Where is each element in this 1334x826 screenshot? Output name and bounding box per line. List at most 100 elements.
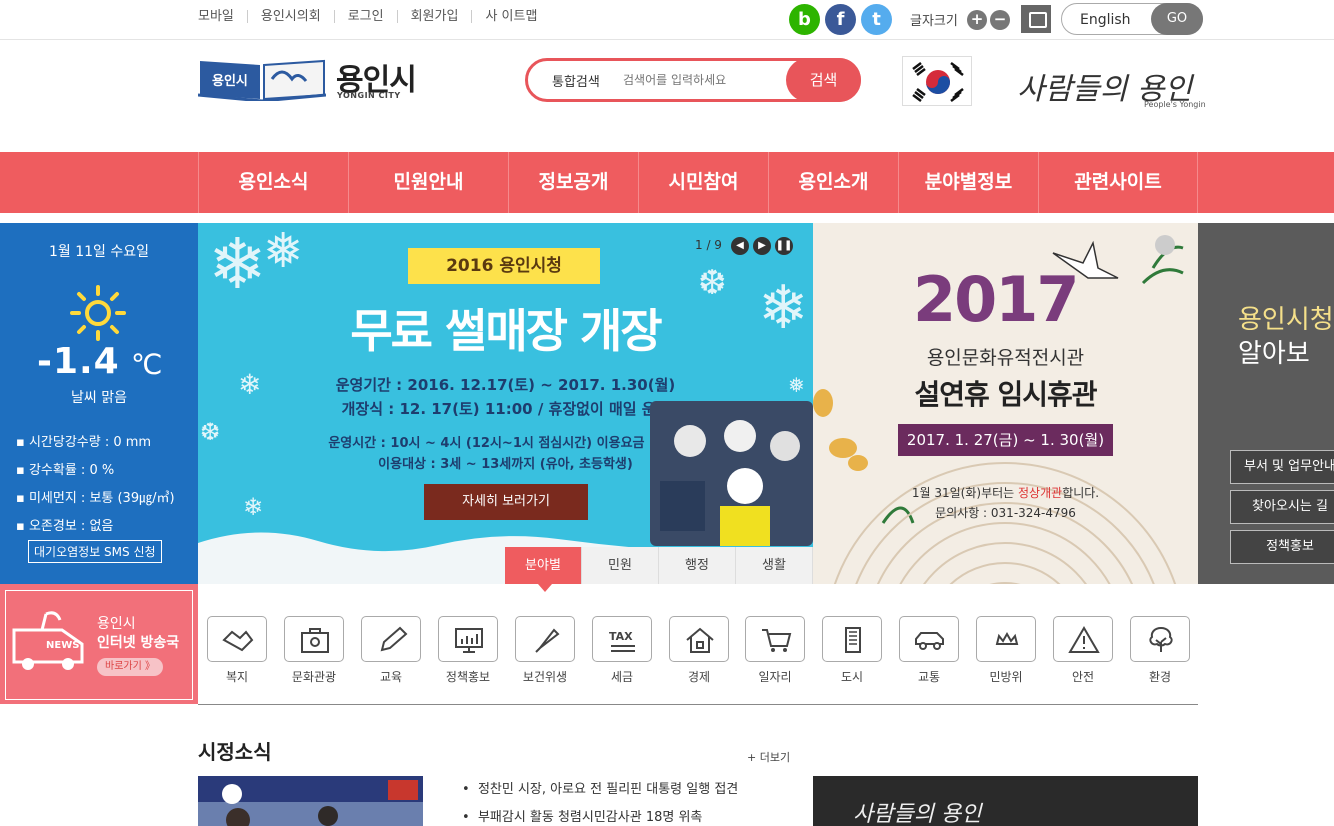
banner-ribbon: 2016 용인시청 xyxy=(408,248,600,284)
top-link-council[interactable]: 용인시의회 xyxy=(246,10,334,23)
banner-line1: 운영기간 : 2016. 12.17(토) ~ 2017. 1.30(월) xyxy=(335,376,676,394)
banner-page: 1 / 9 xyxy=(695,238,722,252)
top-link-login[interactable]: 로그인 xyxy=(333,10,397,23)
tab-life[interactable]: 생활 xyxy=(736,547,813,584)
news-item[interactable]: • 정찬민 시장, 아로요 전 필리핀 대통령 일행 접견 xyxy=(462,778,738,797)
blog-icon[interactable]: b xyxy=(789,4,820,35)
news-item-text[interactable]: 정찬민 시장, 아로요 전 필리핀 대통령 일행 접견 xyxy=(478,782,738,797)
weather-temp: -1.4 xyxy=(37,341,120,382)
tab-civil[interactable]: 민원 xyxy=(582,547,659,584)
category-label: 환경 xyxy=(1148,670,1172,684)
category-welfare[interactable]: 복지 xyxy=(207,616,267,685)
news-item[interactable]: • 부패감시 활동 청렴시민감사관 18명 위촉 xyxy=(462,806,702,825)
section-divider xyxy=(198,704,1198,705)
handshake-icon[interactable] xyxy=(207,616,267,662)
building-icon[interactable] xyxy=(822,616,882,662)
pencil-icon[interactable] xyxy=(361,616,421,662)
board-icon[interactable] xyxy=(438,616,498,662)
tab-admin[interactable]: 행정 xyxy=(659,547,736,584)
directions-button[interactable]: 찾아오시는 길 xyxy=(1230,490,1334,524)
pause-icon[interactable] xyxy=(1155,235,1175,255)
nav-item-related[interactable]: 관련사이트 xyxy=(1038,152,1198,213)
search-input[interactable] xyxy=(623,73,783,87)
logo-sub: YONGIN CITY xyxy=(337,91,401,100)
banner2-year: 2017 xyxy=(913,263,1080,336)
category-jobs[interactable]: 일자리 xyxy=(745,616,805,685)
crown-icon[interactable] xyxy=(976,616,1036,662)
tab-indicator xyxy=(538,584,552,592)
category-policy[interactable]: 정책홍보 xyxy=(438,616,498,685)
top-link-sitemap[interactable]: 사 이트맵 xyxy=(471,10,550,23)
news-item-text[interactable]: 부패감시 활동 청렴시민감사관 18명 위촉 xyxy=(478,810,702,825)
tree-icon[interactable] xyxy=(1130,616,1190,662)
font-decrease-icon[interactable]: − xyxy=(990,10,1010,30)
language-select[interactable]: English GO xyxy=(1061,3,1203,35)
category-environment[interactable]: 환경 xyxy=(1130,616,1190,685)
category-economy[interactable]: 경제 xyxy=(669,616,729,685)
nav-item-intro[interactable]: 용인소개 xyxy=(768,152,898,213)
policy-button[interactable]: 정책홍보 xyxy=(1230,530,1334,564)
category-safety[interactable]: 안전 xyxy=(1053,616,1113,685)
syringe-icon[interactable] xyxy=(515,616,575,662)
slogan-sub: People's Yongin xyxy=(1144,100,1206,109)
sun-icon xyxy=(70,285,126,341)
banner-more-button[interactable]: 자세히 보러가기 xyxy=(424,484,588,520)
category-label: 민방위 xyxy=(989,670,1023,684)
category-tax[interactable]: TAX 세금 xyxy=(592,616,652,685)
dept-info-button[interactable]: 부서 및 업무안내 xyxy=(1230,450,1334,484)
broadcast-go-button[interactable]: 바로가기 》 xyxy=(97,658,163,676)
suitcase-icon[interactable] xyxy=(284,616,344,662)
korean-flag-icon xyxy=(902,56,972,106)
weather-stat: ▪ 미세먼지 : 보통 (39㎍/㎥) xyxy=(16,491,175,506)
nav-item-news[interactable]: 용인소식 xyxy=(198,152,348,213)
prev-icon[interactable]: ◀ xyxy=(731,237,749,255)
museum-banner[interactable]: 2017 용인문화유적전시관 설연휴 임시휴관 2017. 1. 27(금) ~… xyxy=(813,223,1198,584)
next-icon[interactable]: ▶ xyxy=(753,237,771,255)
twitter-icon[interactable]: t xyxy=(861,4,892,35)
language-selected[interactable]: English xyxy=(1080,12,1131,28)
logo-book-icon[interactable]: 용인시 xyxy=(197,55,327,103)
weather-stat-text: 미세먼지 : 보통 (39㎍/㎥) xyxy=(28,491,175,506)
main-nav: 용인소식 민원안내 정보공개 시민참여 용인소개 분야별정보 관련사이트 xyxy=(0,152,1334,213)
main-banner[interactable]: ❄ ❅ ❄ ❆ ❄ ❆ ❄ ❅ 2016 용인시청 무료 썰매장 개장 운영기간… xyxy=(198,223,813,584)
house-icon[interactable] xyxy=(669,616,729,662)
tax-icon[interactable]: TAX xyxy=(592,616,652,662)
sms-subscribe-button[interactable]: 대기오염정보 SMS 신청 xyxy=(28,540,162,563)
broadcast-banner[interactable]: NEWS 용인시 인터넷 방송국 바로가기 》 xyxy=(0,584,198,704)
cart-icon[interactable] xyxy=(745,616,805,662)
news-photo[interactable] xyxy=(198,776,423,826)
tab-field[interactable]: 분야별 xyxy=(505,547,582,584)
facebook-icon[interactable]: f xyxy=(825,4,856,35)
search-category[interactable]: 통합검색 xyxy=(552,71,600,90)
nav-item-fields[interactable]: 분야별정보 xyxy=(898,152,1038,213)
warning-icon[interactable] xyxy=(1053,616,1113,662)
category-culture[interactable]: 문화관광 xyxy=(284,616,344,685)
font-increase-icon[interactable]: + xyxy=(967,10,987,30)
category-civil-defense[interactable]: 민방위 xyxy=(976,616,1036,685)
nav-item-participation[interactable]: 시민참여 xyxy=(638,152,768,213)
nav-item-info[interactable]: 정보공개 xyxy=(508,152,638,213)
pause-icon[interactable]: ❚❚ xyxy=(775,237,793,255)
print-icon[interactable] xyxy=(1021,5,1051,33)
car-icon[interactable] xyxy=(899,616,959,662)
news-more-link[interactable]: + 더보기 xyxy=(747,749,790,765)
search-button[interactable]: 검색 xyxy=(786,58,861,102)
category-education[interactable]: 교육 xyxy=(361,616,421,685)
language-go-button[interactable]: GO xyxy=(1151,3,1203,35)
weather-panel: 1월 11일 수요일 -1.4 ℃ 날씨 맑음 ▪ 시간당강수량 : 0 mm … xyxy=(0,223,198,584)
nav-item-civil[interactable]: 민원안내 xyxy=(348,152,508,213)
banner2-note2: 문의사항 : 031-324-4796 xyxy=(935,506,1076,520)
category-traffic[interactable]: 교통 xyxy=(899,616,959,685)
banner2-note1-post: 합니다. xyxy=(1062,486,1100,500)
snowflake-icon: ❄ xyxy=(208,223,267,305)
category-city[interactable]: 도시 xyxy=(822,616,882,685)
banner2-note1-em: 정상개관 xyxy=(1018,486,1063,500)
top-link-join[interactable]: 회원가입 xyxy=(396,10,472,23)
news-van-icon: NEWS xyxy=(12,611,84,670)
weather-stat-text: 강수확률 : 0 % xyxy=(28,463,115,478)
top-link-mobile[interactable]: 모바일 xyxy=(198,10,247,23)
category-label: 정책홍보 xyxy=(445,670,491,684)
video-banner[interactable]: 사람들의 용인 xyxy=(813,776,1198,826)
category-health[interactable]: 보건위생 xyxy=(515,616,575,685)
weather-stat: ▪ 오존경보 : 없음 xyxy=(16,519,114,534)
